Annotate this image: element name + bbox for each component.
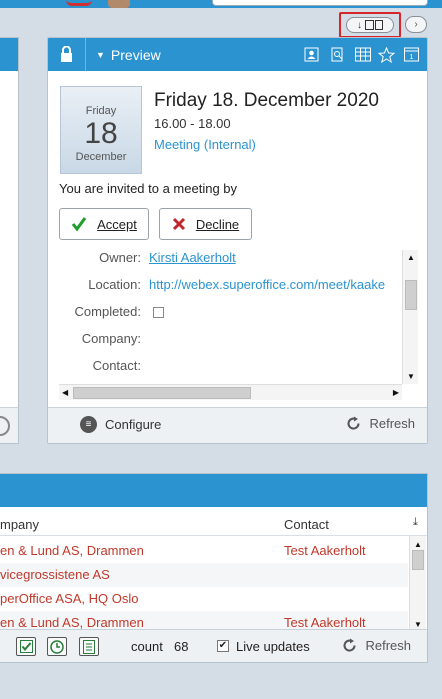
decline-button[interactable]: Decline [159, 208, 252, 240]
configure-button[interactable]: ≡ Configure [80, 416, 161, 433]
decline-label: Decline [195, 216, 240, 232]
list-vertical-scrollbar[interactable]: ▲ ▼ [409, 536, 426, 632]
completed-checkbox[interactable] [153, 307, 164, 318]
appointment-type-link[interactable]: Meeting (Internal) [154, 137, 256, 152]
scroll-thumb[interactable] [412, 550, 424, 570]
scroll-thumb[interactable] [405, 280, 417, 310]
details-horizontal-scrollbar[interactable]: ◀ ▶ [59, 384, 402, 400]
detail-row-company: Company: [81, 331, 141, 346]
left-panel-footer [0, 407, 18, 443]
accept-label: Accept [97, 216, 137, 232]
menu-list-icon: ≡ [80, 416, 97, 433]
calendar-day-icon[interactable]: 1 [403, 46, 420, 63]
details-vertical-scrollbar[interactable]: ▲ ▼ [402, 250, 418, 384]
svg-text:1: 1 [410, 54, 414, 61]
arrow-right-circle-icon[interactable] [0, 416, 10, 436]
star-icon[interactable] [378, 46, 395, 63]
contact-card-icon[interactable] [303, 46, 320, 63]
detail-row-location: Location: http://webex.superoffice.com/m… [59, 277, 385, 297]
list-row[interactable]: perOffice ASA, HQ Oslo [0, 587, 408, 611]
scroll-left-icon[interactable]: ◀ [62, 388, 68, 397]
list-refresh-button[interactable]: Refresh [342, 638, 411, 653]
list-row[interactable]: en & Lund AS, Drammen Test Aakerholt [0, 539, 408, 563]
left-panel-header [0, 38, 18, 71]
layout-toggle-highlight[interactable]: ↓ [339, 12, 401, 38]
scroll-down-icon[interactable]: ▼ [414, 620, 422, 629]
caret-down-icon: ▼ [96, 50, 105, 60]
list-header [0, 474, 427, 507]
list-footer: count 68 ✔ Live updates Refresh [0, 629, 427, 662]
date-weekday: Friday [85, 105, 117, 117]
scroll-down-icon[interactable]: ▼ [407, 372, 415, 381]
preview-title[interactable]: ▼ Preview [96, 47, 161, 63]
lock-icon[interactable] [48, 38, 86, 71]
selection-list-panel: mpany Contact ⤓ en & Lund AS, Drammen Te… [0, 473, 428, 663]
location-link[interactable]: http://webex.superoffice.com/meet/kaake [149, 277, 385, 297]
scroll-right-icon[interactable]: ▶ [393, 388, 399, 397]
column-sort-icon[interactable]: ⤓ [413, 516, 418, 529]
list-column-headers: mpany Contact ⤓ [0, 514, 427, 536]
logo [66, 0, 92, 6]
detail-row-completed: Completed: [59, 304, 164, 324]
owner-link[interactable]: Kirsti Aakerholt [149, 250, 236, 270]
count-value: 68 [174, 639, 189, 654]
global-search-input[interactable] [212, 0, 428, 6]
arrow-down-icon: ↓ [357, 19, 362, 31]
task-checkbox-icon[interactable] [16, 637, 36, 656]
accept-button[interactable]: Accept [59, 208, 149, 240]
preview-header: ▼ Preview 1 [48, 38, 427, 71]
checkmark-icon [71, 217, 87, 232]
scroll-up-icon[interactable]: ▲ [414, 540, 422, 549]
next-panel-button[interactable]: › [405, 16, 427, 33]
search-document-icon[interactable] [329, 46, 346, 63]
refresh-icon [344, 638, 356, 652]
date-month: December [75, 151, 127, 163]
live-updates-checkbox[interactable]: ✔ [217, 640, 229, 652]
column-header-contact[interactable]: Contact [284, 517, 329, 532]
cross-icon [172, 217, 185, 231]
left-panel [0, 37, 19, 444]
count-label: count [131, 639, 163, 654]
document-icon[interactable] [79, 637, 99, 656]
layout-toggle-button[interactable]: ↓ [346, 17, 394, 33]
chevron-right-icon: › [414, 19, 418, 30]
list-row[interactable]: vicegrossistene AS [0, 563, 408, 587]
date-day: 18 [84, 117, 118, 150]
clock-icon[interactable] [47, 637, 67, 656]
calendar-grid-icon[interactable] [354, 46, 371, 63]
scroll-up-icon[interactable]: ▲ [407, 253, 415, 262]
user-avatar[interactable] [108, 0, 130, 8]
date-tile: Friday 18 December [60, 86, 142, 174]
invite-text: You are invited to a meeting by [59, 181, 238, 196]
scroll-thumb[interactable] [73, 387, 251, 399]
refresh-icon [348, 416, 360, 430]
column-header-company[interactable]: mpany [0, 517, 39, 532]
detail-row-owner: Owner: Kirsti Aakerholt [59, 250, 236, 270]
preview-refresh-button[interactable]: Refresh [346, 416, 415, 431]
appointment-time: 16.00 - 18.00 [154, 116, 231, 131]
live-updates-label[interactable]: Live updates [236, 639, 310, 654]
appointment-title: Friday 18. December 2020 [154, 90, 379, 111]
preview-panel: ▼ Preview 1 Friday 18 December Friday 18… [47, 37, 428, 444]
detail-row-contact: Contact: [92, 358, 141, 373]
preview-footer: ≡ Configure Refresh [48, 407, 427, 443]
details-list: Owner: Kirsti Aakerholt Location: http:/… [59, 250, 417, 400]
panel-layout-icon [365, 20, 383, 30]
